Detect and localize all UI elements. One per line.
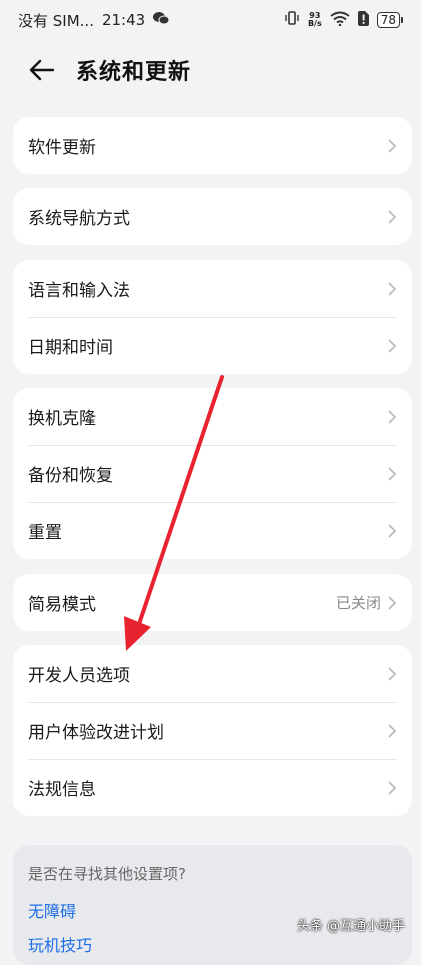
chevron-right-icon (387, 338, 397, 354)
row-label: 换机克隆 (28, 409, 96, 429)
battery-indicator: 78 (376, 12, 403, 28)
row-status-value: 已关闭 (335, 594, 381, 612)
settings-group-software-update: 软件更新 (13, 117, 412, 174)
row-label: 法规信息 (28, 780, 96, 800)
link-tips[interactable]: 玩机技巧 (28, 932, 397, 956)
row-regulatory-info[interactable]: 法规信息 (13, 759, 412, 816)
row-simple-mode[interactable]: 简易模式 已关闭 (13, 574, 412, 631)
settings-group-navigation: 系统导航方式 (13, 188, 412, 245)
chevron-right-icon (387, 523, 397, 539)
row-label: 重置 (28, 523, 62, 543)
row-label: 日期和时间 (28, 338, 113, 358)
wechat-icon (153, 11, 170, 29)
row-system-navigation[interactable]: 系统导航方式 (13, 188, 412, 245)
status-right: 93 B/s 78 (284, 10, 403, 30)
row-label: 软件更新 (28, 138, 96, 158)
row-developer-options[interactable]: 开发人员选项 (13, 645, 412, 702)
row-label: 用户体验改进计划 (28, 723, 164, 743)
row-language-input[interactable]: 语言和输入法 (13, 260, 412, 317)
battery-level: 78 (376, 12, 400, 28)
vibrate-icon (284, 11, 300, 29)
battery-tip (401, 17, 403, 23)
back-button[interactable] (28, 56, 56, 84)
page-header: 系统和更新 (0, 46, 421, 94)
row-label: 系统导航方式 (28, 209, 130, 229)
status-left: 没有 SIM... 21:43 (18, 10, 170, 31)
row-software-update[interactable]: 软件更新 (13, 117, 412, 174)
chevron-right-icon (387, 281, 397, 297)
net-speed: 93 B/s (308, 12, 322, 28)
watermark: 头条 @互通小助手 (296, 919, 405, 934)
settings-group-simple-mode: 简易模式 已关闭 (13, 574, 412, 631)
row-date-time[interactable]: 日期和时间 (13, 317, 412, 374)
settings-group-backup: 换机克隆 备份和恢复 重置 (13, 388, 412, 559)
net-speed-unit: B/s (307, 19, 322, 28)
chevron-right-icon (387, 138, 397, 154)
row-phone-clone[interactable]: 换机克隆 (13, 388, 412, 445)
settings-group-language-date: 语言和输入法 日期和时间 (13, 260, 412, 374)
row-label: 简易模式 (28, 595, 96, 615)
row-user-experience-program[interactable]: 用户体验改进计划 (13, 702, 412, 759)
search-more-panel: 是否在寻找其他设置项? 无障碍 玩机技巧 (13, 845, 412, 965)
status-bar: 没有 SIM... 21:43 93 B/s 78 (0, 0, 421, 40)
back-arrow-icon (29, 59, 55, 81)
chevron-right-icon (387, 780, 397, 796)
chevron-right-icon (387, 209, 397, 225)
carrier-text: 没有 SIM... (18, 11, 94, 30)
row-backup-restore[interactable]: 备份和恢复 (13, 445, 412, 502)
clock: 21:43 (101, 11, 146, 29)
page-title: 系统和更新 (76, 60, 192, 85)
wifi-icon (330, 11, 350, 30)
row-reset[interactable]: 重置 (13, 502, 412, 559)
chevron-right-icon (387, 595, 397, 611)
chevron-right-icon (387, 666, 397, 682)
row-label: 语言和输入法 (28, 281, 130, 301)
chevron-right-icon (387, 723, 397, 739)
search-more-title: 是否在寻找其他设置项? (28, 865, 186, 883)
chevron-right-icon (387, 409, 397, 425)
row-label: 开发人员选项 (28, 666, 130, 686)
sim-alert-icon (357, 10, 369, 30)
chevron-right-icon (387, 466, 397, 482)
settings-group-developer: 开发人员选项 用户体验改进计划 法规信息 (13, 645, 412, 816)
row-label: 备份和恢复 (28, 466, 113, 486)
